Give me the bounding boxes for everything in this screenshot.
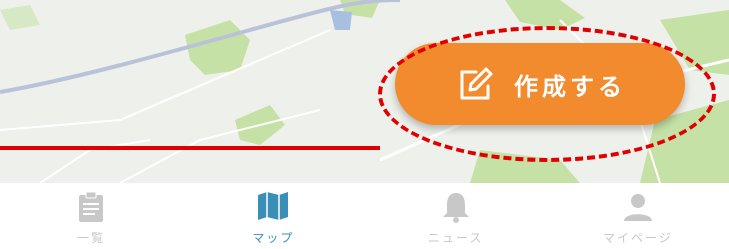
person-icon [622, 191, 654, 223]
tab-map[interactable]: マップ [182, 183, 364, 249]
annotation-pointer-line [0, 146, 380, 150]
tab-list[interactable]: 一覧 [0, 183, 182, 249]
tab-mypage-label: マイページ [602, 231, 673, 245]
tab-news-label: ニュース [427, 231, 484, 245]
tab-news[interactable]: ニュース [365, 183, 547, 249]
create-button[interactable]: 作成する [395, 43, 685, 125]
edit-icon [454, 62, 498, 106]
clipboard-icon [75, 191, 107, 223]
tab-list-label: 一覧 [77, 231, 106, 245]
bottom-tab-bar: 一覧 マップ ニュース マイページ [0, 183, 729, 249]
tab-map-label: マップ [252, 231, 295, 245]
create-button-label: 作成する [514, 72, 626, 101]
tab-mypage[interactable]: マイページ [547, 183, 729, 249]
map-icon [257, 191, 289, 223]
bell-icon [440, 191, 472, 223]
